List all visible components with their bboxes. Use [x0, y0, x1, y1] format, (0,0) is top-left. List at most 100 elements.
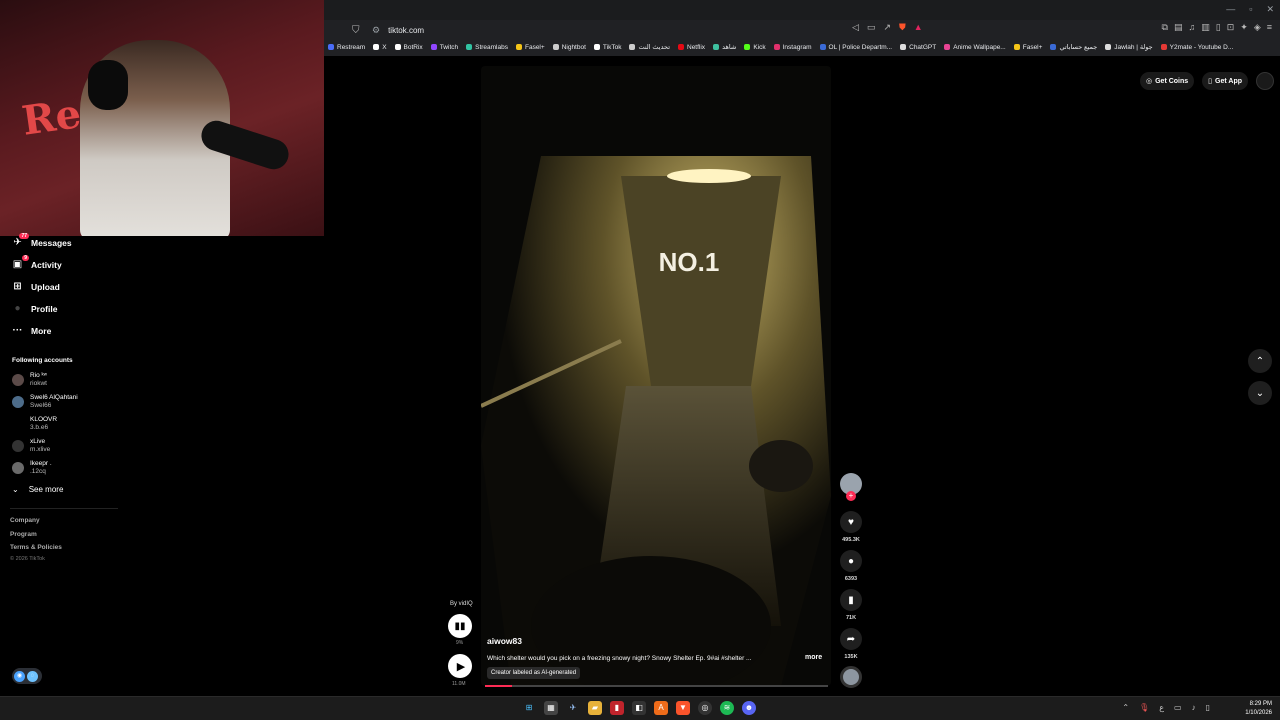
extension-toggle[interactable]: ◉ ◌	[12, 668, 42, 684]
comment-button[interactable]: ●	[840, 550, 862, 572]
obs-icon[interactable]: ◎	[698, 701, 712, 715]
mute-icon[interactable]: ◁	[852, 22, 859, 33]
sidebar-item-more[interactable]: ··· More	[12, 325, 52, 336]
bookmark-item[interactable]: Streamlabs	[466, 44, 508, 51]
video-player[interactable]: NO.1	[481, 66, 831, 686]
following-account[interactable]: xLive m.xlive	[12, 438, 50, 454]
bookmark-item[interactable]: Y2mate - Youtube D...	[1160, 44, 1233, 51]
brave-browser-icon[interactable]: ▼	[676, 701, 690, 715]
bookmark-item[interactable]: TikTok	[593, 44, 621, 51]
bookmark-item[interactable]: Instagram	[773, 44, 812, 51]
minimize-icon[interactable]: —	[1226, 4, 1235, 15]
language-icon[interactable]: ع	[1159, 703, 1164, 712]
clock[interactable]: 8:29 PM 1/10/2026	[1245, 700, 1272, 718]
orange-app-icon[interactable]: A	[654, 701, 668, 715]
stats-button[interactable]: ▮▮	[448, 614, 472, 638]
bookmark-item[interactable]: OL | Police Departm...	[819, 44, 892, 51]
menu-icon[interactable]: ≡	[1267, 22, 1272, 33]
bookmark-item[interactable]: Jawlah | جولة	[1105, 43, 1153, 51]
brave-rewards-icon[interactable]: ▲	[914, 22, 923, 33]
profile-avatar-button[interactable]	[1256, 72, 1274, 90]
share-icon[interactable]: ↗	[883, 22, 891, 33]
bookmark-item[interactable]: BotRix	[394, 44, 423, 51]
bookmark-item[interactable]: ChatGPT	[900, 44, 936, 51]
following-account[interactable]: Rio ᵏʷ riokwt	[12, 372, 47, 388]
url-text[interactable]: tiktok.com	[388, 26, 424, 35]
music-disc[interactable]	[840, 666, 862, 688]
footer-terms-link[interactable]: Terms & Policies	[10, 544, 62, 551]
bookmark-icon[interactable]: ⛉	[352, 25, 364, 36]
discord-icon[interactable]: ☻	[742, 701, 756, 715]
bookmark-item[interactable]: Nightbot	[552, 44, 586, 51]
sidebar-item-messages[interactable]: ✈ 77 Messages	[12, 233, 72, 248]
spotify-icon[interactable]: ≋	[720, 701, 734, 715]
video-author[interactable]: aiwow83	[487, 636, 522, 646]
bookmark-item[interactable]: Netflix	[678, 44, 705, 51]
steam-icon[interactable]: ✈	[566, 701, 580, 715]
site-info-icon[interactable]: ⚙	[372, 25, 380, 36]
file-explorer-icon[interactable]: ▰	[588, 701, 602, 715]
follow-button[interactable]: +	[846, 491, 856, 501]
maximize-icon[interactable]: ▫	[1249, 4, 1252, 15]
following-account[interactable]: Swel6 AlQahtani Swel66	[12, 394, 78, 410]
vpn-icon[interactable]: ◈	[1254, 22, 1261, 33]
chevron-down-icon: ⌄	[1255, 387, 1265, 399]
music-icon[interactable]: ♫	[1189, 22, 1196, 33]
bookmark-item[interactable]: Fasel+	[515, 44, 545, 51]
game-app-icon[interactable]: ◧	[632, 701, 646, 715]
bookmark-favicon-icon	[773, 44, 780, 50]
tray-chevron-icon[interactable]: ⌃	[1122, 703, 1129, 712]
battery-icon[interactable]: ▯	[1206, 703, 1210, 712]
bookmark-item[interactable]: Twitch	[430, 44, 458, 51]
play-button[interactable]: ▶	[448, 654, 472, 678]
footer-company-link[interactable]: Company	[10, 517, 40, 524]
share-button[interactable]: ➦	[840, 628, 862, 650]
like-button[interactable]: ♥	[840, 511, 862, 533]
sidebar-item-upload[interactable]: ⊞ Upload	[12, 281, 60, 292]
bookmark-item[interactable]: Restream	[328, 44, 365, 51]
address-actions: ◁ ▭ ↗ ⛊ ▲	[852, 22, 923, 33]
bookmark-item[interactable]: تحديث النت	[629, 43, 670, 51]
get-app-button[interactable]: ▯ Get App	[1202, 72, 1248, 90]
close-icon[interactable]: ✕	[1266, 4, 1274, 15]
view-count: 11.0M	[452, 681, 466, 687]
bookmark-item[interactable]: Anime Wallpape...	[944, 44, 1006, 51]
bookmark-item[interactable]: جميع حساباتي	[1050, 43, 1097, 51]
extension-icon[interactable]: ⧉	[1162, 22, 1168, 33]
following-account[interactable]: KLOOVR 3.b.e6	[12, 416, 57, 432]
bookmark-item[interactable]: Fasel+	[1013, 44, 1042, 51]
brave-shield-icon[interactable]: ⛊	[899, 22, 906, 33]
calendar-app-icon[interactable]: ▦	[544, 701, 558, 715]
red-app-icon[interactable]: ▮	[610, 701, 624, 715]
sidebar-item-profile[interactable]: ● Profile	[12, 303, 57, 314]
bookmark-item[interactable]: Kick	[744, 44, 766, 51]
cast-icon[interactable]: ▭	[867, 22, 876, 33]
volume-icon[interactable]: ♪	[1192, 703, 1196, 712]
save-button[interactable]: ▮	[840, 589, 862, 611]
sidebar-item-label: Activity	[31, 259, 62, 270]
see-more-button[interactable]: ⌄ See more	[12, 485, 63, 494]
account-handle: 3.b.e6	[30, 424, 49, 431]
address-bar[interactable]: ⛉ ⚙ tiktok.com ◁ ▭ ↗ ⛊ ▲ ⧉ ▤ ♫ ▥ ▯ ⊡ ✦ ◈…	[352, 22, 1272, 38]
footer-program-link[interactable]: Program	[10, 531, 37, 538]
following-account[interactable]: Ikeepr . .12cq	[12, 460, 52, 476]
stats-percent: 9%	[456, 640, 464, 646]
puzzle-icon[interactable]: ✦	[1240, 22, 1248, 33]
tab-icon[interactable]: ⊡	[1227, 22, 1235, 33]
previous-video-button[interactable]: ⌃	[1248, 349, 1272, 373]
bookmark-item[interactable]: X	[373, 44, 387, 51]
inbox-icon: ▣ 9	[12, 255, 29, 270]
sidebar-icon[interactable]: ▯	[1216, 22, 1221, 33]
sidebar-item-activity[interactable]: ▣ 9 Activity	[12, 255, 62, 270]
microphone-icon[interactable]: 🎙	[1139, 703, 1149, 712]
get-coins-button[interactable]: ◎ Get Coins	[1140, 72, 1195, 90]
reader-icon[interactable]: ▥	[1201, 22, 1210, 33]
next-video-button[interactable]: ⌄	[1248, 381, 1272, 405]
video-description: Which shelter would you pick on a freezi…	[487, 655, 752, 662]
network-icon[interactable]: ▭	[1174, 703, 1182, 712]
video-progress-bar[interactable]	[485, 685, 828, 687]
windows-start-icon[interactable]: ⊞	[522, 701, 536, 715]
wallet-icon[interactable]: ▤	[1174, 22, 1183, 33]
more-link[interactable]: more	[805, 654, 822, 661]
bookmark-item[interactable]: شاهد	[713, 43, 736, 51]
